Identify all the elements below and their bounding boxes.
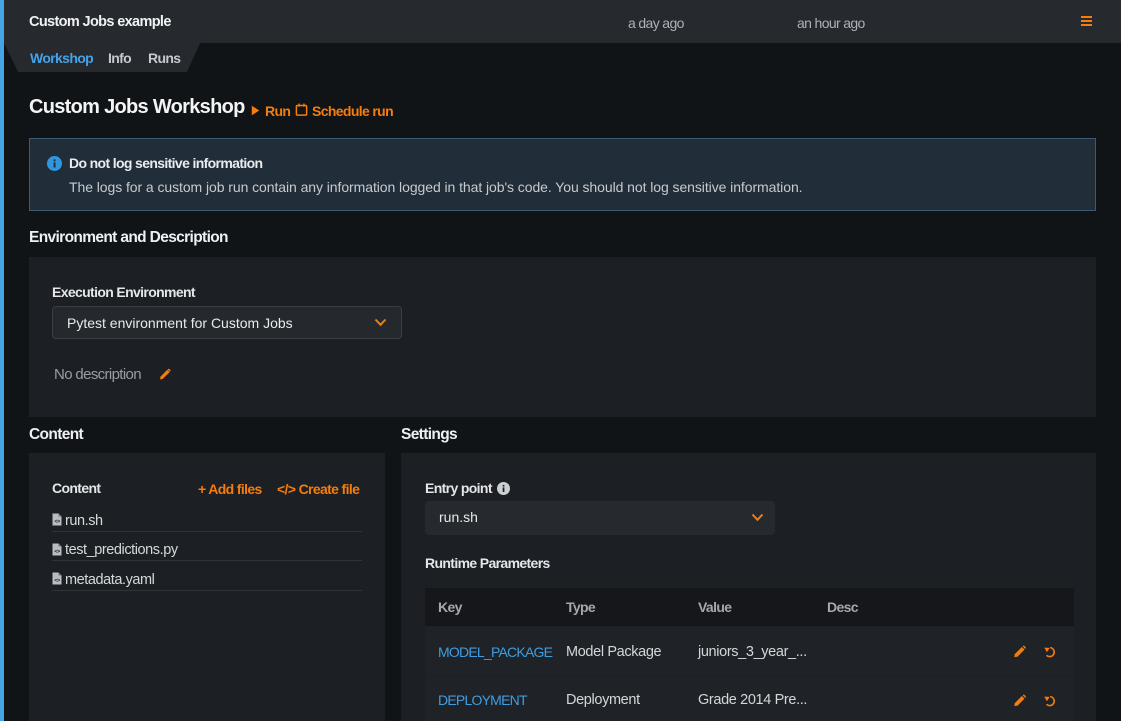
svg-text:<>: <> bbox=[54, 549, 60, 555]
svg-text:<>: <> bbox=[54, 519, 60, 525]
svg-text:<>: <> bbox=[54, 578, 60, 584]
